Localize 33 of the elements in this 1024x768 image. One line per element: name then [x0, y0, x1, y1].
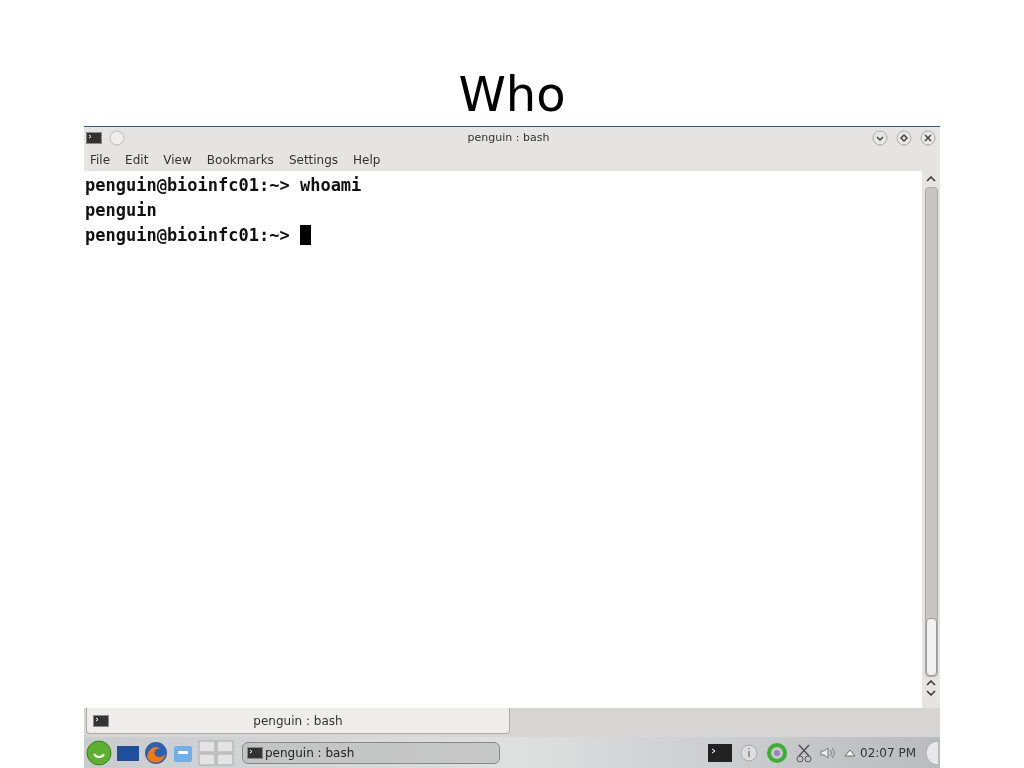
- close-icon[interactable]: [920, 130, 936, 146]
- minimize-button-icon[interactable]: [872, 130, 888, 146]
- scroll-up-icon[interactable]: [926, 678, 936, 687]
- task-label: penguin : bash: [265, 744, 355, 762]
- menu-item[interactable]: Edit: [125, 150, 149, 169]
- terminal-icon: [93, 714, 109, 727]
- scroll-up-icon[interactable]: [926, 174, 936, 183]
- menu-item[interactable]: File: [90, 150, 111, 169]
- text-cursor: [299, 225, 311, 246]
- menu-item[interactable]: Settings: [288, 150, 339, 169]
- terminal-line: penguin@bioinfc01:~> whoami: [85, 173, 362, 197]
- scroll-down-icon[interactable]: [926, 688, 936, 697]
- terminal-line: penguin@bioinfc01:~>: [85, 223, 291, 247]
- slide-title: Who: [458, 65, 566, 124]
- scrollbar-thumb[interactable]: [925, 617, 937, 676]
- terminal-line: penguin: [85, 198, 157, 222]
- web-browser-icon[interactable]: [144, 740, 168, 765]
- terminal-tab[interactable]: penguin : bash: [86, 708, 510, 735]
- start-menu-icon[interactable]: [86, 739, 112, 766]
- volume-icon[interactable]: [820, 745, 836, 760]
- menu-item[interactable]: Bookmarks: [206, 150, 274, 169]
- scrollbar[interactable]: [922, 170, 940, 709]
- menu-item[interactable]: View: [163, 150, 192, 169]
- maximize-button-icon[interactable]: [896, 130, 912, 146]
- tab-label: penguin : bash: [252, 712, 344, 730]
- taskbar-task[interactable]: penguin : bash: [242, 741, 500, 764]
- window-title: penguin : bash: [467, 129, 550, 146]
- terminal-icon[interactable]: [708, 743, 732, 762]
- terminal-icon: [247, 746, 263, 759]
- clock[interactable]: 02:07 PM: [860, 743, 916, 762]
- menu-item[interactable]: Help: [353, 150, 381, 169]
- scissors-icon[interactable]: [796, 742, 812, 763]
- triangle-up-icon[interactable]: [844, 748, 856, 757]
